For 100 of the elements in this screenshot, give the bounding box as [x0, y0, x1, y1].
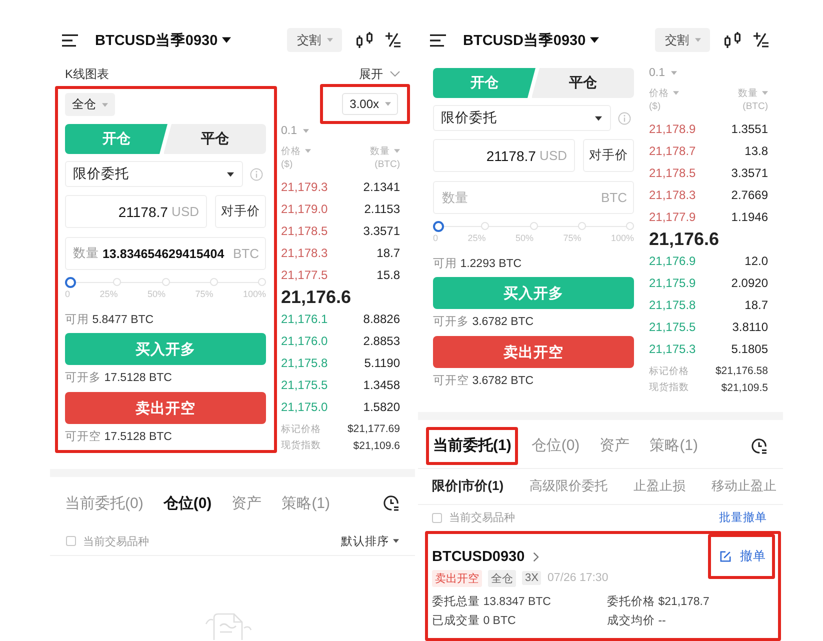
order-detail: 委托总量 13.8347 BTC	[432, 594, 552, 609]
sell-short-button[interactable]: 卖出开空	[65, 392, 266, 424]
mark-price-label: 标记价格	[281, 422, 321, 436]
bid-price: 21,175.5	[281, 378, 328, 392]
caret-icon	[327, 38, 333, 42]
orders-tab[interactable]: 仓位(0)	[163, 494, 212, 512]
index-price-label: 现货指数	[649, 381, 689, 394]
bid-amount: 18.7	[744, 298, 768, 312]
order-tag: 卖出开空	[432, 570, 482, 587]
slider-tick-label: 50%	[147, 288, 166, 300]
batch-cancel-button[interactable]: 批量撤单	[719, 510, 767, 526]
ask-price: 21,178.5	[649, 166, 696, 180]
caret-icon	[385, 102, 391, 106]
slider-step-icon	[578, 222, 586, 230]
column-unit: (BTC)	[742, 100, 768, 114]
caret-icon	[393, 539, 399, 543]
bid-price: 21,175.8	[649, 298, 696, 312]
caret-icon	[227, 172, 234, 176]
bid-price: 21,175.0	[281, 400, 328, 414]
slider-tick-label: 75%	[195, 288, 214, 300]
max-short-amount: 可开空 3.6782 BTC	[433, 373, 535, 389]
ask-price: 21,179.0	[281, 202, 328, 216]
edit-icon[interactable]	[720, 550, 731, 562]
column-header: 数量	[370, 144, 390, 158]
plus-minus-icon[interactable]	[385, 32, 401, 48]
quantity-field[interactable]: 数量 13.834654629415404 BTC	[65, 237, 266, 270]
bid-price: 21,176.1	[281, 312, 328, 326]
caret-icon	[695, 38, 701, 42]
column-header: 价格	[649, 86, 669, 100]
max-short-amount: 可开空 17.5128 BTC	[65, 429, 173, 445]
ask-amount: 3.3571	[731, 166, 768, 180]
price-field[interactable]: 21178.7 USD	[65, 195, 207, 228]
position-tab[interactable]: 平仓	[164, 124, 266, 154]
candlestick-icon[interactable]	[356, 31, 374, 49]
slider-step-icon	[210, 278, 218, 286]
order-tag: 3X	[522, 571, 542, 586]
slider-tick-label: 75%	[563, 232, 582, 244]
unit-label: BTC	[601, 190, 627, 206]
column-unit: (BTC)	[374, 158, 400, 172]
caret-icon	[673, 91, 679, 95]
clock-icon[interactable]	[751, 438, 767, 454]
bid-amount: 8.8826	[363, 312, 400, 326]
slider-step-icon	[626, 222, 634, 230]
checkbox[interactable]	[66, 536, 76, 546]
menu-icon[interactable]	[62, 34, 78, 46]
mark-price-label: 标记价格	[649, 364, 689, 378]
candlestick-icon[interactable]	[724, 31, 742, 49]
ask-price: 21,178.7	[649, 144, 696, 158]
order-detail: 成交均价 --	[607, 614, 667, 628]
counterparty-price-button[interactable]: 对手价	[583, 139, 634, 172]
index-price-label: 现货指数	[281, 439, 321, 452]
slider-step-icon	[113, 278, 122, 286]
counterparty-price-button[interactable]: 对手价	[215, 195, 266, 228]
sell-short-button[interactable]: 卖出开空	[433, 336, 634, 368]
checkbox[interactable]	[432, 512, 442, 523]
menu-icon[interactable]	[430, 34, 446, 46]
slider-tick-label: 100%	[610, 232, 634, 244]
position-tab[interactable]: 平仓	[532, 68, 634, 98]
slider-thumb[interactable]	[65, 276, 76, 288]
order-tag: 全仓	[488, 570, 516, 587]
caret-icon	[394, 149, 400, 153]
contract-symbol[interactable]: BTCUSD0930	[432, 548, 525, 565]
contract-type-dropdown[interactable]: 交割	[655, 28, 710, 52]
bid-price: 21,176.9	[649, 254, 696, 268]
caret-icon	[671, 71, 677, 75]
filter-label: 当前交易品种	[449, 510, 515, 526]
leverage-dropdown[interactable]: 3.00x	[342, 93, 398, 115]
bid-price: 21,175.9	[649, 276, 696, 290]
ask-price: 21,178.3	[281, 246, 328, 260]
max-long-amount: 可开多 17.5128 BTC	[65, 370, 173, 386]
bid-price: 21,175.5	[649, 320, 696, 334]
last-price: 21,176.6	[649, 228, 720, 250]
cancel-order-button[interactable]: 撤单	[740, 548, 766, 565]
bid-amount: 2.0920	[731, 276, 768, 290]
plus-minus-icon[interactable]	[753, 32, 769, 48]
slider-thumb[interactable]	[433, 220, 444, 232]
slider-tick-label: 100%	[242, 288, 266, 300]
contract-selector[interactable]: BTCUSD当季0930	[95, 30, 231, 50]
contract-selector[interactable]: BTCUSD当季0930	[463, 30, 599, 50]
expand-button[interactable]: 展开	[359, 66, 400, 82]
available-balance: 可用 1.2293 BTC	[433, 257, 523, 272]
order-type-dropdown[interactable]: 限价委托	[65, 161, 243, 187]
caret-icon	[303, 129, 309, 133]
order-type-tab[interactable]: 限价|市价(1)	[432, 477, 504, 496]
bid-amount: 12.0	[744, 254, 768, 268]
price-field[interactable]: 21178.7 USD	[433, 139, 575, 172]
max-long-amount: 可开多 3.6782 BTC	[433, 314, 535, 330]
margin-mode-dropdown[interactable]: 全仓	[65, 93, 115, 116]
order-type-dropdown[interactable]: 限价委托	[433, 105, 611, 131]
bid-price: 21,175.3	[649, 342, 696, 356]
slider-tick-label: 0	[65, 288, 70, 300]
contract-type-dropdown[interactable]: 交割	[287, 28, 342, 52]
ask-price: 21,178.5	[281, 224, 328, 238]
clock-icon[interactable]	[383, 495, 399, 511]
bid-amount: 1.3458	[363, 378, 400, 392]
sort-dropdown[interactable]: 默认排序	[341, 534, 399, 548]
caret-icon	[102, 102, 108, 106]
orders-tab[interactable]: 当前委托(1)	[433, 436, 512, 456]
slider-step-icon	[258, 278, 266, 286]
ask-amount: 15.8	[376, 268, 400, 282]
